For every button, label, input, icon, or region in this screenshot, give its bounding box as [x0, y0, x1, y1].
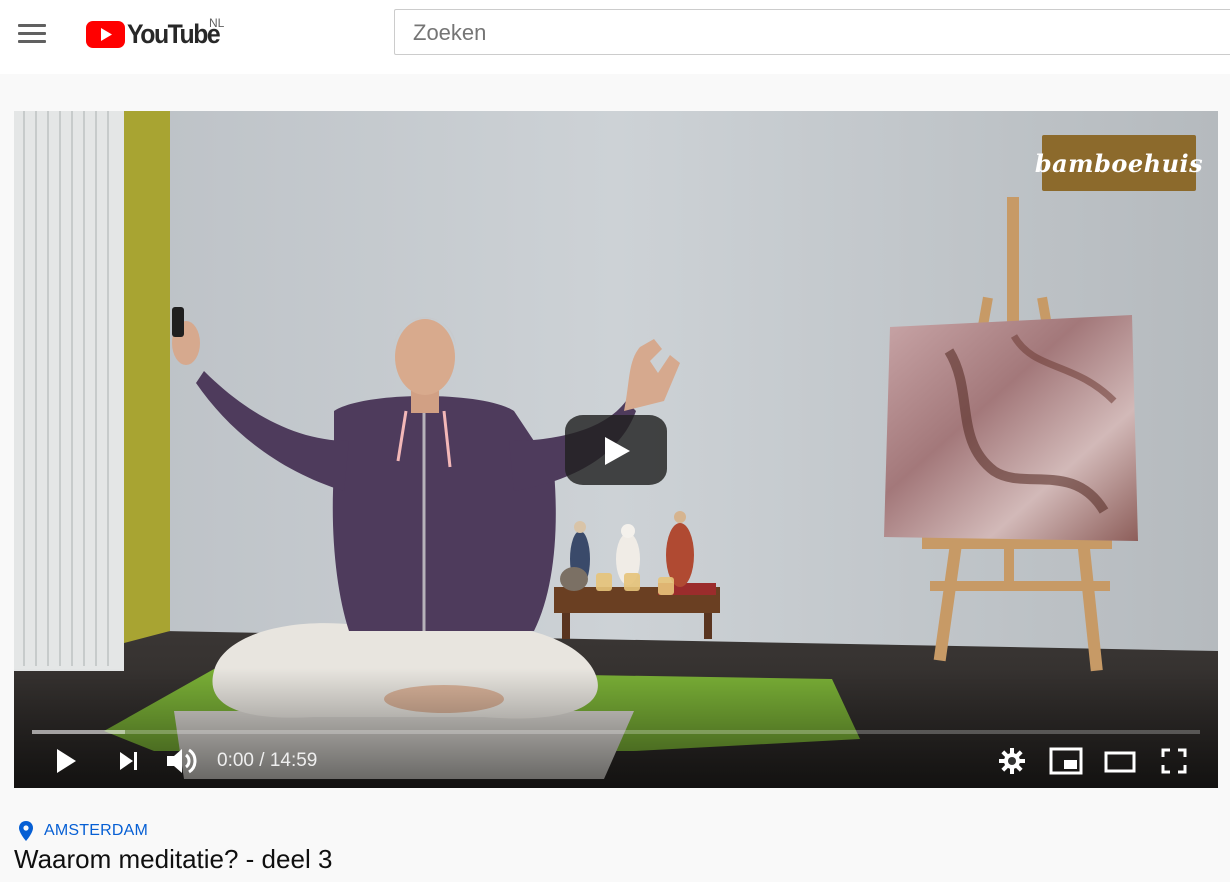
- volume-icon[interactable]: [165, 747, 199, 775]
- search-input[interactable]: [411, 10, 1230, 56]
- search-box[interactable]: [394, 9, 1230, 56]
- channel-watermark[interactable]: bamboehuis: [1035, 135, 1203, 191]
- video-title: Waarom meditatie? - deel 3: [14, 844, 333, 874]
- duration: 14:59: [269, 750, 318, 771]
- large-play-button[interactable]: [565, 415, 667, 485]
- current-time: 0:00: [217, 750, 254, 771]
- location-text: AMSTERDAM: [44, 822, 149, 839]
- progress-loaded: [32, 730, 126, 734]
- theater-mode-icon[interactable]: [1104, 751, 1136, 773]
- region-code: NL: [209, 16, 225, 30]
- progress-bar[interactable]: [32, 730, 1200, 734]
- time-display: 0:00 / 14:59: [217, 750, 317, 772]
- youtube-wordmark: YouTube: [127, 19, 221, 49]
- next-icon[interactable]: [118, 750, 140, 772]
- settings-icon[interactable]: [999, 748, 1025, 774]
- time-separator: /: [253, 750, 270, 771]
- miniplayer-icon[interactable]: [1049, 747, 1083, 775]
- fullscreen-icon[interactable]: [1161, 748, 1187, 774]
- menu-icon[interactable]: [18, 22, 46, 44]
- play-icon[interactable]: [54, 747, 78, 775]
- youtube-logo-icon: [86, 21, 125, 48]
- video-player[interactable]: bamboehuis 0:00 / 14:59: [14, 111, 1218, 788]
- location-pin-icon: [19, 821, 33, 841]
- play-icon: [605, 437, 630, 465]
- masthead: YouTube NL: [0, 0, 1230, 74]
